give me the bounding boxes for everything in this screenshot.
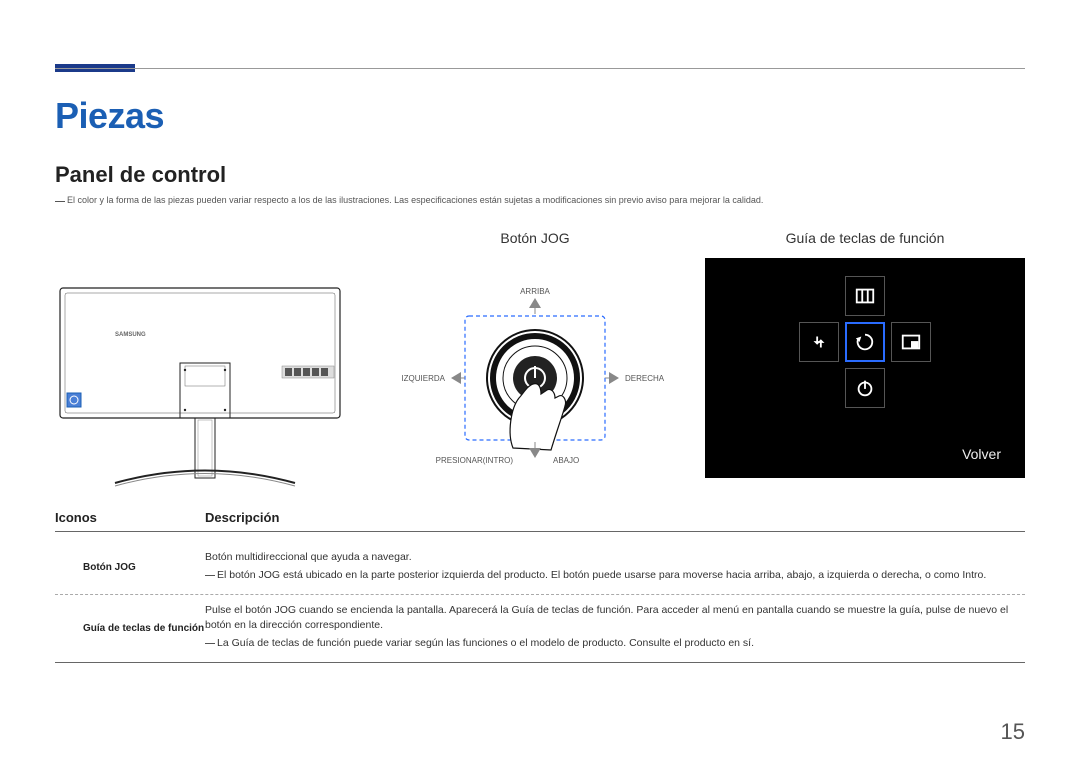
row1-line1: Pulse el botón JOG cuando se encienda la… — [205, 603, 1025, 635]
guide-button-left-source-icon — [799, 322, 839, 362]
guide-button-right-pip-icon — [891, 322, 931, 362]
row1-note: La Guía de teclas de función puede varia… — [217, 637, 754, 649]
jog-svg: ARRIBA IZQUIERDA DERECHA ABAJO PRESIONAR… — [395, 258, 675, 488]
jog-title-label: Botón JOG — [395, 230, 675, 248]
guide-grid — [723, 276, 1007, 426]
brand-label: SAMSUNG — [115, 332, 146, 338]
section-title: Piezas — [55, 95, 164, 137]
row-name-guia: Guía de teclas de función — [55, 603, 205, 654]
page-number: 15 — [1001, 719, 1025, 745]
jog-label-left: IZQUIERDA — [401, 374, 445, 383]
jog-label-press: PRESIONAR(INTRO) — [436, 456, 514, 465]
monitor-illustration: SAMSUNG — [55, 230, 345, 493]
monitor-back-svg: SAMSUNG — [55, 258, 345, 488]
jog-label-right: DERECHA — [625, 374, 665, 383]
jog-label-up: ARRIBA — [520, 287, 550, 296]
guide-title-label: Guía de teclas de función — [705, 230, 1025, 248]
sub-title: Panel de control — [55, 162, 226, 188]
row0-line1: Botón multidireccional que ayuda a naveg… — [205, 550, 1025, 566]
table-header: Iconos Descripción — [55, 510, 1025, 532]
header-desc: Descripción — [205, 510, 279, 525]
table-row: Botón JOG Botón multidireccional que ayu… — [55, 542, 1025, 595]
guide-illustration: Guía de teclas de función — [705, 230, 1025, 478]
header-iconos: Iconos — [55, 510, 205, 525]
guide-button-center-return-icon — [845, 322, 885, 362]
illustration-row: SAMSUNG — [55, 230, 1025, 490]
row0-note: El botón JOG está ubicado en la parte po… — [217, 569, 986, 581]
row-name-boton-jog: Botón JOG — [55, 550, 205, 586]
spec-note-text: El color y la forma de las piezas pueden… — [67, 195, 763, 205]
spec-note: El color y la forma de las piezas pueden… — [55, 195, 763, 205]
guide-panel: Volver — [705, 258, 1025, 478]
jog-label-down: ABAJO — [553, 456, 579, 465]
table-row: Guía de teclas de función Pulse el botón… — [55, 595, 1025, 663]
top-rule — [55, 68, 1025, 69]
description-table: Iconos Descripción Botón JOG Botón multi… — [55, 510, 1025, 663]
guide-button-up-menu-icon — [845, 276, 885, 316]
empty-label — [55, 230, 345, 248]
manual-page: Piezas Panel de control El color y la fo… — [0, 0, 1080, 763]
jog-illustration: Botón JOG — [395, 230, 675, 493]
row-desc-guia: Pulse el botón JOG cuando se encienda la… — [205, 603, 1025, 654]
guide-button-down-power-icon — [845, 368, 885, 408]
row-desc-boton-jog: Botón multidireccional que ayuda a naveg… — [205, 550, 1025, 586]
guide-volver-label: Volver — [962, 446, 1001, 462]
